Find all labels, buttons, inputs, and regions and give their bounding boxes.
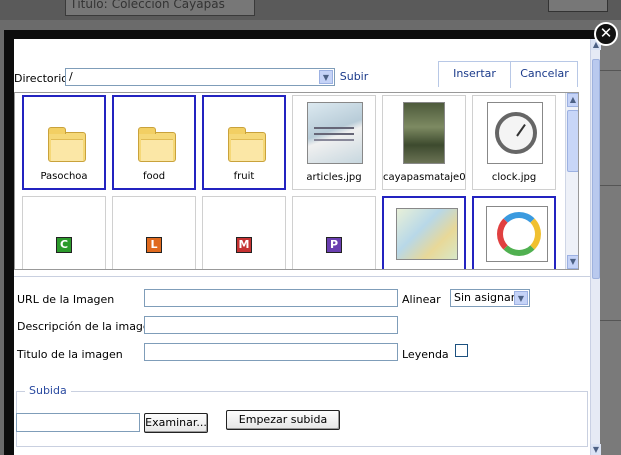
background-divider [600, 185, 621, 186]
background-page-edge [600, 20, 621, 455]
file-type-icon: C [56, 237, 72, 253]
file-type-icon: M [236, 237, 252, 253]
image-thumbnail [403, 102, 445, 164]
file-type-icon: P [326, 237, 342, 253]
file-item-wheel-image[interactable] [472, 196, 556, 269]
upload-file-field[interactable] [16, 413, 140, 432]
close-icon[interactable]: ✕ [594, 22, 618, 46]
file-item-letter-p[interactable]: P [292, 196, 376, 269]
image-thumbnail [307, 102, 363, 164]
file-type-icon: L [146, 237, 162, 253]
file-item-folder-fruit[interactable]: fruit [202, 95, 286, 190]
align-label: Alinear [402, 293, 441, 306]
dialog-actions: Insertar Cancelar [438, 61, 578, 88]
url-label: URL de la Imagen [17, 293, 115, 306]
chevron-down-icon[interactable]: ▼ [319, 70, 333, 84]
scroll-down-icon[interactable]: ▼ [567, 255, 578, 269]
caption-checkbox[interactable] [455, 344, 468, 357]
file-item-folder-food[interactable]: food [112, 95, 196, 190]
description-field[interactable] [144, 316, 398, 334]
scroll-up-icon[interactable]: ▲ [567, 93, 578, 107]
image-thumbnail [396, 208, 458, 260]
align-value: Sin asignar [454, 291, 516, 304]
cancel-button[interactable]: Cancelar [511, 62, 578, 88]
directory-select[interactable]: / ▼ [65, 68, 335, 86]
file-browser-scrollbar[interactable]: ▲ ▼ [565, 93, 578, 269]
file-name: articles.jpg [306, 172, 362, 183]
file-item-cayapasmataje[interactable]: cayapasmataje01.j [382, 95, 466, 190]
upload-legend: Subida [25, 384, 71, 397]
dialog-scrollbar-thumb[interactable] [592, 59, 600, 279]
dialog-content: Directorio / ▼ Subir Insertar Cancelar P… [14, 39, 601, 455]
start-upload-button[interactable]: Empezar subida [226, 410, 340, 430]
folder-icon [138, 127, 176, 162]
background-title-value: Colección Cayapas [111, 0, 225, 11]
file-item-clock[interactable]: clock.jpg [472, 95, 556, 190]
image-thumbnail [487, 102, 543, 164]
background-title-field: Título: Colección Cayapas [65, 0, 255, 16]
clock-icon [495, 112, 537, 154]
chart-wheel-icon [497, 212, 541, 256]
file-name: fruit [233, 171, 255, 182]
file-item-map-image[interactable] [382, 196, 466, 269]
directory-value: / [69, 70, 73, 83]
section-divider [14, 276, 590, 277]
file-item-folder-pasochoa[interactable]: Pasochoa [22, 95, 106, 190]
folder-icon [48, 127, 86, 162]
background-button [548, 0, 608, 12]
url-field[interactable] [144, 289, 398, 307]
insert-button[interactable]: Insertar [439, 62, 511, 88]
scroll-down-icon[interactable]: ▼ [591, 444, 601, 455]
file-browser: Pasochoa food fruit articles.jpg cayapas… [14, 92, 579, 270]
directory-up-button[interactable]: Subir [339, 69, 369, 87]
folder-icon [228, 127, 266, 162]
background-toolbar: Título: Colección Cayapas [0, 0, 621, 20]
file-name: food [142, 171, 166, 182]
browse-button[interactable]: Examinar... [144, 413, 208, 433]
file-name: clock.jpg [491, 172, 537, 183]
file-item-letter-l[interactable]: L [112, 196, 196, 269]
file-item-letter-c[interactable]: C [22, 196, 106, 269]
scrollbar-thumb[interactable] [567, 110, 578, 172]
image-thumbnail [486, 206, 548, 262]
caption-label: Leyenda [402, 348, 449, 361]
file-item-articles[interactable]: articles.jpg [292, 95, 376, 190]
chevron-down-icon[interactable]: ▼ [514, 291, 528, 305]
dialog-scrollbar[interactable]: ▲ ▼ [590, 39, 601, 455]
title-field[interactable] [144, 343, 398, 361]
file-item-letter-m[interactable]: M [202, 196, 286, 269]
directory-label: Directorio [14, 72, 68, 85]
background-divider [600, 70, 621, 71]
title-label: Titulo de la imagen [17, 348, 123, 361]
clock-hand [516, 123, 526, 137]
background-divider [600, 320, 621, 321]
description-label: Descripción de la imagen [17, 320, 157, 333]
file-name: Pasochoa [40, 171, 88, 182]
background-title-label: Título: [70, 0, 108, 11]
image-manager-dialog: Directorio / ▼ Subir Insertar Cancelar P… [4, 30, 601, 455]
file-name: cayapasmataje01.j [383, 172, 465, 183]
align-select[interactable]: Sin asignar ▼ [450, 289, 530, 307]
